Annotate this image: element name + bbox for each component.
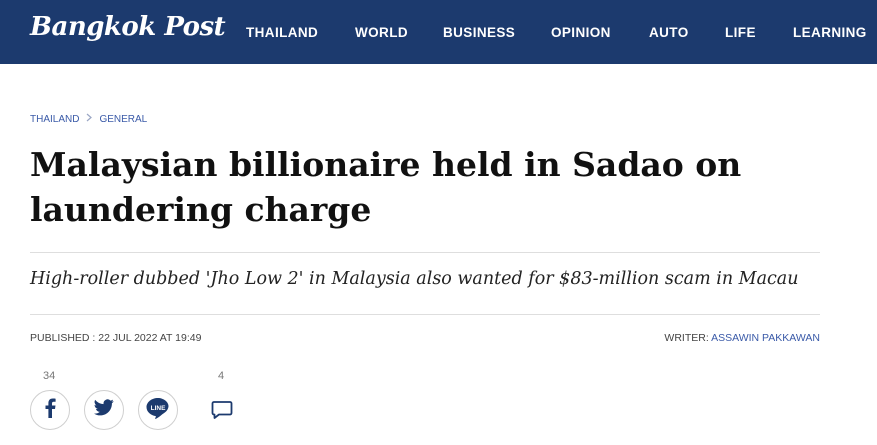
writer-info: WRITER: ASSAWIN PAKKAWAN xyxy=(664,332,820,344)
divider xyxy=(30,252,820,253)
breadcrumb: THAILAND GENERAL xyxy=(30,113,147,125)
comment-count: 4 xyxy=(218,370,225,382)
writer-name-link[interactable]: ASSAWIN PAKKAWAN xyxy=(711,332,820,344)
published-info: PUBLISHED : 22 JUL 2022 AT 19:49 xyxy=(30,332,201,344)
breadcrumb-item-thailand[interactable]: THAILAND xyxy=(30,114,79,125)
facebook-share-button[interactable] xyxy=(30,390,70,430)
nav-item-business[interactable]: BUSINESS xyxy=(443,25,515,40)
nav-item-auto[interactable]: AUTO xyxy=(649,25,689,40)
headline-line-1: Malaysian billionaire held in Sadao on xyxy=(30,145,742,184)
divider xyxy=(30,314,820,315)
nav-item-thailand[interactable]: THAILAND xyxy=(246,25,318,40)
article-headline: Malaysian billionaire held in Sadao on l… xyxy=(30,142,830,232)
twitter-share-button[interactable] xyxy=(84,390,124,430)
nav-item-opinion[interactable]: OPINION xyxy=(551,25,611,40)
facebook-share-count: 34 xyxy=(43,370,56,382)
comment-button[interactable] xyxy=(208,398,236,426)
published-label: PUBLISHED : xyxy=(30,332,99,344)
line-icon: LINE xyxy=(146,397,170,424)
article-subheadline: High-roller dubbed 'Jho Low 2' in Malays… xyxy=(30,269,799,289)
writer-label: WRITER: xyxy=(664,332,712,344)
svg-text:LINE: LINE xyxy=(151,405,166,412)
comment-icon xyxy=(211,400,233,425)
line-share-button[interactable]: LINE xyxy=(138,390,178,430)
nav-item-life[interactable]: LIFE xyxy=(725,25,756,40)
published-date: 22 JUL 2022 AT 19:49 xyxy=(98,332,202,344)
facebook-icon xyxy=(43,398,57,423)
top-nav-bar: Bangkok Post THAILAND WORLD BUSINESS OPI… xyxy=(0,0,877,64)
chevron-right-icon xyxy=(86,113,93,125)
nav-item-learning[interactable]: LEARNING xyxy=(793,25,867,40)
headline-line-2: laundering charge xyxy=(30,190,372,229)
twitter-icon xyxy=(94,399,114,421)
site-logo[interactable]: Bangkok Post xyxy=(30,12,226,42)
breadcrumb-item-general[interactable]: GENERAL xyxy=(99,114,147,125)
nav-item-world[interactable]: WORLD xyxy=(355,25,408,40)
